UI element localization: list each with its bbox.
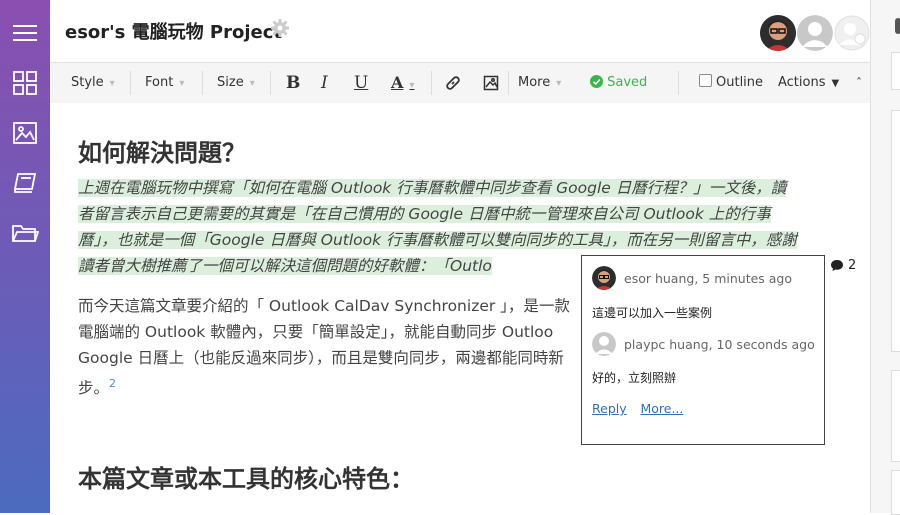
comment-header: esor huang, 5 minutes ago	[592, 266, 792, 290]
right-panel	[870, 0, 900, 515]
more-link[interactable]: More...	[640, 401, 683, 416]
folder-icon[interactable]	[10, 218, 40, 248]
comment-text: 這邊可以加入一些案例	[592, 306, 713, 320]
grid-icon[interactable]	[10, 68, 40, 98]
more-dropdown[interactable]: More ▾	[518, 63, 561, 103]
book-icon[interactable]	[10, 168, 40, 198]
panel-card	[891, 110, 900, 352]
header: esor's 電腦玩物 Project	[50, 0, 870, 62]
comment-count[interactable]: 2	[830, 258, 856, 273]
avatar[interactable]	[760, 15, 796, 51]
avatar	[592, 332, 616, 356]
text-color-button[interactable]: A ▾	[391, 63, 414, 103]
checkbox-icon[interactable]	[699, 74, 712, 87]
panel-edge	[895, 18, 900, 34]
heading-how-to-solve: 如何解決問題？	[78, 139, 246, 167]
actions-dropdown[interactable]: Actions ▼	[778, 63, 839, 103]
comment-text: 好的，立刻照辦	[592, 371, 677, 385]
outline-checkbox[interactable]: Outline	[699, 63, 763, 103]
left-sidebar	[0, 0, 50, 513]
underline-button[interactable]: U	[354, 63, 368, 103]
panel-card	[891, 370, 900, 462]
add-user-icon[interactable]	[834, 15, 870, 51]
editor-toolbar: Style ▾ Font ▾ Size ▾ B I U A ▾ More ▾ Saved …	[50, 62, 870, 104]
heading-core-features: 本篇文章或本工具的核心特色：	[78, 465, 414, 493]
panel-card	[891, 470, 900, 515]
gear-icon[interactable]	[270, 18, 290, 42]
reply-link[interactable]: Reply	[592, 401, 627, 416]
panel-input[interactable]	[891, 52, 900, 90]
avatar	[592, 266, 616, 290]
footnote-marker[interactable]: 2	[109, 377, 116, 390]
comment-header: playpc huang, 10 seconds ago	[592, 332, 815, 356]
image-icon[interactable]	[10, 118, 40, 148]
avatar[interactable]	[797, 15, 833, 51]
comment-thread-popup: esor huang, 5 minutes ago 這邊可以加入一些案例 pla…	[581, 255, 825, 445]
comment-icon	[831, 260, 843, 271]
collapse-toolbar-icon[interactable]: ˆ	[856, 63, 862, 103]
bold-button[interactable]: B	[286, 63, 300, 103]
italic-button[interactable]: I	[321, 63, 328, 103]
saved-status: Saved	[590, 63, 647, 103]
style-dropdown[interactable]: Style ▾	[71, 63, 115, 103]
check-icon	[590, 75, 603, 88]
image-insert-icon[interactable]	[483, 63, 499, 103]
link-icon[interactable]	[445, 63, 461, 103]
page-title: esor's 電腦玩物 Project	[65, 22, 283, 43]
font-dropdown[interactable]: Font ▾	[145, 63, 184, 103]
size-dropdown[interactable]: Size ▾	[217, 63, 255, 103]
menu-icon[interactable]	[10, 18, 40, 48]
